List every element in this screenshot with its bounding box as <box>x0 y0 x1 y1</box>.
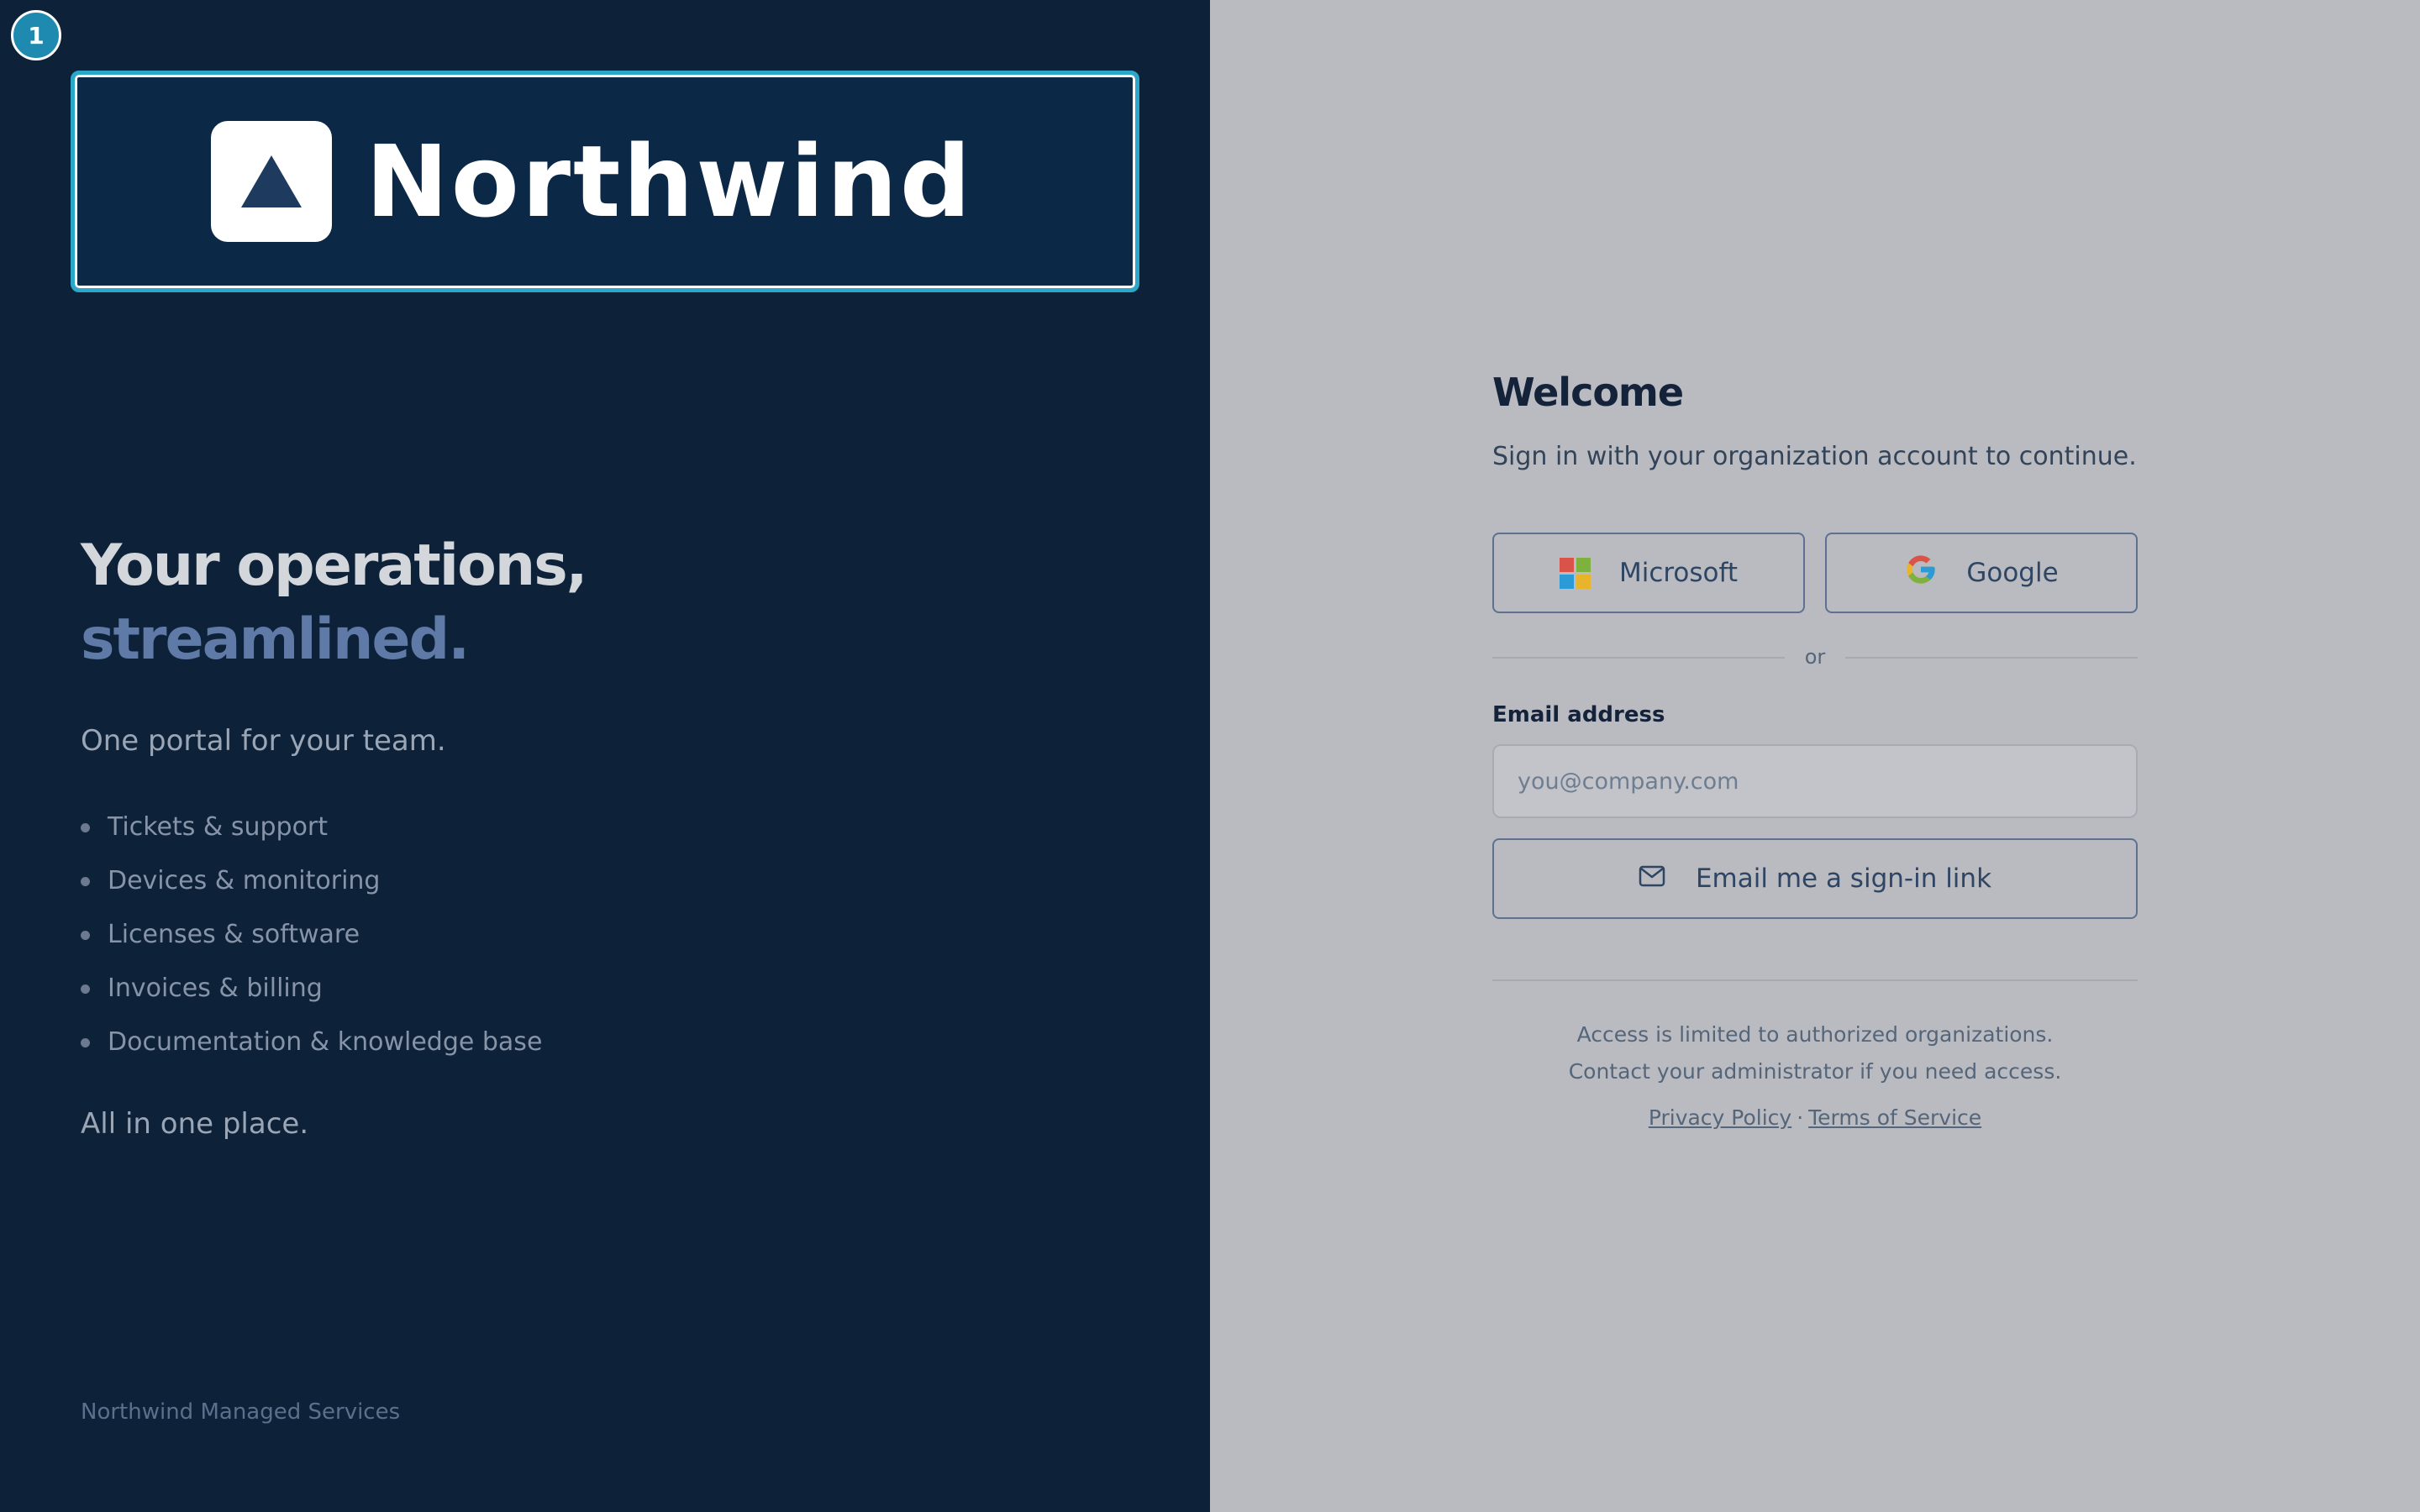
microsoft-icon <box>1559 557 1591 589</box>
page-subtitle: Sign in with your organization account t… <box>1492 442 2137 471</box>
email-signin-link-label: Email me a sign-in link <box>1695 864 1992 894</box>
email-signin-link-button[interactable]: Email me a sign-in link <box>1492 838 2138 919</box>
legal-links: Privacy Policy · Terms of Service <box>1492 1105 2138 1130</box>
access-notice: Access is limited to authorized organiza… <box>1492 1016 2138 1090</box>
microsoft-signin-button[interactable]: Microsoft <box>1492 533 1805 613</box>
microsoft-button-label: Microsoft <box>1618 558 1739 588</box>
privacy-policy-link[interactable]: Privacy Policy <box>1649 1105 1791 1130</box>
feature-item-devices: Devices & monitoring <box>81 858 542 912</box>
legal-separator: · <box>1797 1105 1804 1130</box>
triangle-logo-icon <box>211 121 332 242</box>
email-label: Email address <box>1492 702 1665 727</box>
divider-line-right <box>1845 657 2138 659</box>
access-notice-line-1: Access is limited to authorized organiza… <box>1576 1022 2054 1047</box>
feature-item-documentation: Documentation & knowledge base <box>81 1020 542 1074</box>
logo-text: Northwind <box>366 123 974 239</box>
terms-of-service-link[interactable]: Terms of Service <box>1808 1105 1981 1130</box>
google-signin-button[interactable]: Google <box>1825 533 2138 613</box>
brand-panel: 1 Northwind Your operations, streamlined… <box>0 0 1210 1512</box>
access-notice-line-2: Contact your administrator if you need a… <box>1568 1059 2062 1084</box>
feature-item-licenses: Licenses & software <box>81 912 542 966</box>
step-badge: 1 <box>11 10 61 60</box>
closing-text: All in one place. <box>81 1107 309 1141</box>
footer-brand: Northwind Managed Services <box>81 1399 401 1425</box>
headline-line-1: Your operations, <box>81 533 588 599</box>
mail-icon <box>1639 864 1665 894</box>
feature-list: Tickets & support Devices & monitoring L… <box>81 805 542 1074</box>
tagline: One portal for your team. <box>81 724 446 758</box>
google-icon <box>1904 553 1938 593</box>
email-input[interactable] <box>1492 744 2138 818</box>
google-button-label: Google <box>1966 558 2059 588</box>
section-divider <box>1492 979 2138 981</box>
feature-item-tickets: Tickets & support <box>81 805 542 858</box>
logo-banner: Northwind <box>71 71 1139 292</box>
feature-item-invoices: Invoices & billing <box>81 966 542 1020</box>
headline-line-2: streamlined. <box>81 606 470 673</box>
or-divider: or <box>1492 642 2138 672</box>
page-title: Welcome <box>1492 370 1684 415</box>
headline: Your operations, streamlined. <box>81 529 588 677</box>
signin-panel: Welcome Sign in with your organization a… <box>1210 0 2420 1512</box>
